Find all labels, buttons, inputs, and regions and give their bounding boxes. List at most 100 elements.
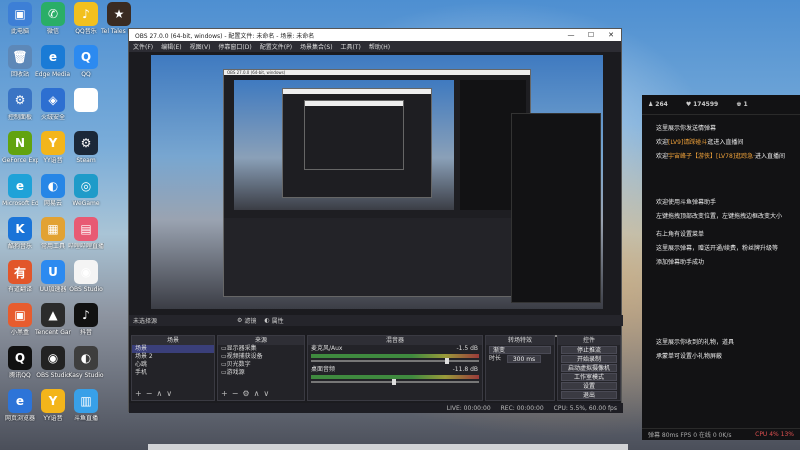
desktop-icon[interactable]: e Edge Media Center — [35, 45, 71, 78]
menu-scene-collection[interactable]: 场景集合(S) — [300, 42, 333, 51]
chat-message: 这里展示弹幕，赠送开通/续费，粉丝牌升级等 — [656, 245, 779, 252]
desktop-icon[interactable]: ✆ 微信 — [35, 2, 71, 35]
app-icon: ▥ — [74, 389, 98, 413]
obs-titlebar[interactable]: OBS 27.0.0 (64-bit, windows) - 配置文件: 未命名… — [129, 29, 621, 41]
maximize-button[interactable]: ☐ — [581, 31, 601, 39]
desktop-icon[interactable]: ◉ OBS Studio — [68, 260, 104, 293]
properties-button[interactable]: 滤镜 — [244, 316, 256, 325]
menu-view[interactable]: 视图(V) — [190, 42, 211, 51]
track-db: -11.8 dB — [452, 366, 478, 373]
danmaku-chat-panel[interactable]: ♟ 264 ♥ 174599 ♚ 1 这里展示你发送情弹幕 欢迎[LV9]请踩碰… — [642, 95, 800, 440]
scene-item[interactable]: 场景 — [132, 345, 214, 353]
desktop-icon-label: 抖音 — [79, 329, 92, 336]
menu-docks[interactable]: 停靠窗口(D) — [218, 42, 251, 51]
menu-profile[interactable]: 配置文件(P) — [260, 42, 292, 51]
app-icon: e — [8, 389, 32, 413]
desktop-icon-label: 网易云 — [43, 200, 62, 207]
desktop-icon-label: 微信 — [46, 28, 59, 35]
desktop-icon[interactable]: e Microsoft Edge — [2, 174, 38, 207]
source-item[interactable]: ▭ 游戏源 — [218, 369, 304, 377]
desktop-icon[interactable]: Y YY语音 — [35, 131, 71, 164]
desktop-icon[interactable]: ◐ 网易云 — [35, 174, 71, 207]
scene-item[interactable]: 场景 2 — [132, 353, 214, 361]
desktop-icon[interactable]: 🗑 回收站 — [2, 45, 38, 78]
desktop-icon[interactable]: ◎ WeGame — [68, 174, 104, 207]
app-icon: ◐ — [41, 174, 65, 198]
desktop-icon-label: 控制面板 — [7, 114, 32, 121]
desktop-icon-label: 小黑盒 — [10, 329, 29, 336]
status-bar: LIVE: 00:00:00 REC: 00:00:00 CPU: 5.5%, … — [129, 403, 623, 413]
app-icon: N — [8, 131, 32, 155]
desktop-icon[interactable]: ▥ 斗鱼直播 — [68, 389, 104, 422]
chat-message: 欢迎使用斗鱼弹幕助手 — [656, 199, 717, 206]
desktop-icon[interactable]: ◈ 火绒安全 — [35, 88, 71, 121]
app-icon: ◉ — [74, 260, 98, 284]
source-tools[interactable]: +−⚙∧∨ — [221, 389, 273, 398]
obs-preview[interactable]: OBS 27.0.0 (64-bit, windows) — [151, 55, 603, 309]
nested-obs-window: OBS 27.0.0 (64-bit, windows) — [223, 69, 531, 297]
settings-button[interactable]: 设置 — [561, 382, 617, 390]
desktop-icon[interactable]: ♪ QQ音乐 — [68, 2, 104, 35]
stop-streaming-button[interactable]: 停止推流 — [561, 346, 617, 354]
volume-slider[interactable] — [311, 379, 479, 385]
track-name: 麦克风/Aux — [311, 345, 343, 352]
menu-help[interactable]: 帮助(H) — [369, 42, 390, 51]
desktop-icon-label: UU加速器 — [39, 286, 67, 293]
exit-button[interactable]: 退出 — [561, 391, 617, 399]
desktop-icon[interactable]: K 酷狗音乐 — [2, 217, 38, 250]
taskbar[interactable] — [148, 444, 628, 450]
nested-obs-window-3 — [304, 100, 404, 170]
desktop-icon[interactable]: ▣ 小黑盒 — [2, 303, 38, 336]
desktop-icon[interactable]: ▣ 此电脑 — [2, 2, 38, 35]
menu-edit[interactable]: 编辑(E) — [161, 42, 181, 51]
duration-input[interactable]: 300 ms — [507, 355, 542, 363]
desktop-icon[interactable]: ◉ OBS Studio — [35, 346, 71, 379]
scene-item[interactable]: 心跳 — [132, 361, 214, 369]
mixer-track: 桌面音频 -11.8 dB — [308, 366, 482, 374]
menu-tools[interactable]: 工具(T) — [341, 42, 361, 51]
desktop-icon[interactable]: U UU加速器 — [35, 260, 71, 293]
desktop-icon[interactable]: Q QQ — [68, 45, 104, 78]
desktop-icon-label: YY语音 — [43, 415, 63, 422]
desktop-icon[interactable]: ▤ 哔哩哔哩直播姬 — [68, 217, 104, 250]
scene-tools[interactable]: +−∧∨ — [135, 389, 176, 398]
obs-window[interactable]: OBS 27.0.0 (64-bit, windows) - 配置文件: 未命名… — [128, 28, 623, 413]
menu-file[interactable]: 文件(F) — [133, 42, 153, 51]
duration-label: 时长 — [489, 355, 502, 362]
desktop-icon[interactable]: ♪ 抖音 — [68, 303, 104, 336]
desktop-icon[interactable]: ▲ Tencent Games — [35, 303, 71, 336]
filters-button[interactable]: 属性 — [272, 316, 284, 325]
track-name: 桌面音频 — [311, 366, 336, 373]
virtual-camera-button[interactable]: 启动虚拟摄像机 — [561, 364, 617, 372]
source-label: 显示器采集 — [226, 345, 257, 352]
filter-icon[interactable]: ◐ — [264, 317, 269, 324]
desktop-icon-label: OBS Studio — [36, 372, 70, 379]
source-item[interactable]: ▭ 显示器采集 — [218, 345, 304, 353]
source-item[interactable]: ▭ 视频捕获设备 — [218, 353, 304, 361]
studio-mode-button[interactable]: 工作室模式 — [561, 373, 617, 381]
source-toolbar: 未选择源 ⚙ 滤镜 ◐ 属性 — [129, 315, 623, 326]
desktop-icon[interactable]: Q 腾讯QQ — [2, 346, 38, 379]
volume-slider[interactable] — [311, 358, 479, 364]
desktop-icon[interactable]: e 网页浏览器 — [2, 389, 38, 422]
close-button[interactable]: ✕ — [601, 31, 621, 39]
start-recording-button[interactable]: 开始录制 — [561, 355, 617, 363]
desktop-icon-label: YY语音 — [43, 157, 63, 164]
minimize-button[interactable]: — — [561, 31, 581, 39]
desktop-icon[interactable]: N GeForce Experience — [2, 131, 38, 164]
desktop-icon[interactable]: ⚙ Steam — [68, 131, 104, 164]
scene-item[interactable]: 手机 — [132, 369, 214, 377]
gear-icon[interactable]: ⚙ — [237, 317, 242, 324]
source-item[interactable]: ▭ 贝光数字 — [218, 361, 304, 369]
sources-panel: 来源 ▭ 显示器采集 ▭ 视频捕获设备 ▭ 贝光数字 ▭ 游戏源 +−⚙∧∨ — [217, 335, 305, 401]
chat-message: 右上角有设置菜单 — [656, 231, 705, 238]
desktop-icon[interactable]: 有有道翻译 — [2, 260, 38, 293]
desktop-icon[interactable]: ▦ 常用工具 — [35, 217, 71, 250]
desktop-icon-label: Microsoft Edge — [2, 200, 38, 207]
desktop-icon[interactable]: Y YY语音 — [35, 389, 71, 422]
transition-select[interactable]: 渐变 — [489, 346, 551, 354]
desktop-icon[interactable] — [68, 88, 104, 114]
track-db: -1.5 dB — [456, 345, 478, 352]
desktop-icon[interactable]: ◐ Kasy Studio — [68, 346, 104, 379]
desktop-icon[interactable]: ⚙ 控制面板 — [2, 88, 38, 121]
